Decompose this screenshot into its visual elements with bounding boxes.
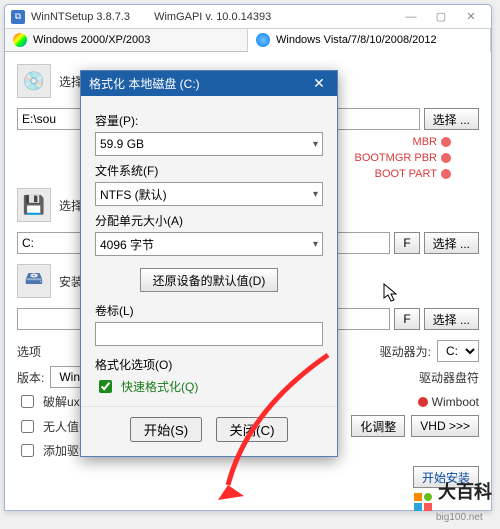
options-heading: 选项 (17, 343, 41, 360)
chevron-down-icon: ▾ (313, 139, 318, 150)
chevron-down-icon: ▾ (313, 189, 318, 200)
allocation-unit-select[interactable]: 4096 字节 ▾ (95, 232, 323, 256)
capacity-select[interactable]: 59.9 GB ▾ (95, 132, 323, 156)
chevron-down-icon: ▾ (313, 239, 318, 250)
os-tabs: Windows 2000/XP/2003 Windows Vista/7/8/1… (5, 29, 491, 52)
filesystem-value: NTFS (默认) (100, 186, 167, 203)
unattended-checkbox[interactable] (21, 420, 34, 433)
volume-label-input[interactable] (95, 322, 323, 346)
status-mbr: MBR (413, 136, 437, 148)
start-format-button[interactable]: 开始(S) (130, 417, 202, 442)
windows-xp-flag-icon (13, 33, 27, 47)
dialog-title: 格式化 本地磁盘 (C:) (89, 75, 200, 92)
vhd-button[interactable]: VHD >>> (411, 415, 479, 437)
maximize-button[interactable]: ▢ (427, 9, 455, 25)
app-title: WinNTSetup 3.8.7.3 (31, 11, 130, 23)
driver-map-label: 驱动器为: (380, 343, 431, 360)
watermark: 大百科 big100.net (414, 478, 492, 525)
titlebar: ⧉ WinNTSetup 3.8.7.3 WimGAPI v. 10.0.143… (5, 5, 491, 29)
led-icon (441, 169, 451, 179)
bootdrive-select-button[interactable]: 选择 ... (424, 232, 479, 254)
tab-win-vista-7-8-10[interactable]: Windows Vista/7/8/10/2008/2012 (248, 29, 491, 52)
tab-label: Windows Vista/7/8/10/2008/2012 (276, 34, 437, 46)
volume-label-caption: 卷标(L) (95, 302, 323, 319)
restore-defaults-button[interactable]: 还原设备的默认值(D) (140, 268, 279, 292)
app-icon: ⧉ (11, 10, 25, 24)
close-window-button[interactable]: ✕ (457, 9, 485, 25)
driver-letter-select[interactable]: C: (437, 340, 479, 362)
tab-win2000-xp-2003[interactable]: Windows 2000/XP/2003 (5, 29, 248, 51)
format-options-label: 格式化选项(O) (95, 356, 323, 373)
status-bootmgr: BOOTMGR PBR (354, 152, 437, 164)
close-dialog-button[interactable]: 关闭(C) (216, 417, 288, 442)
dialog-titlebar: 格式化 本地磁盘 (C:) ✕ (81, 71, 337, 96)
quick-format-label: 快速格式化(Q) (121, 378, 198, 395)
quick-format-checkbox[interactable] (99, 380, 112, 393)
minimize-button[interactable]: — (397, 9, 425, 25)
wimboot-led-icon (418, 397, 428, 407)
version-label: 版本: (17, 369, 44, 386)
format-button[interactable]: F (394, 232, 419, 254)
add-driver-checkbox[interactable] (21, 444, 34, 457)
status-bootpart: BOOT PART (375, 168, 437, 180)
hdd-icon: 🖴 (17, 264, 51, 298)
led-icon (441, 153, 451, 163)
tuning-button[interactable]: 化调整 (351, 415, 405, 437)
cd-box-icon: 💿 (17, 64, 51, 98)
watermark-name: 大百科 (438, 482, 492, 502)
driver-disk-label: 驱动器盘符 (419, 369, 479, 386)
watermark-domain: big100.net (436, 512, 483, 523)
capacity-value: 59.9 GB (100, 137, 144, 151)
dialog-close-button[interactable]: ✕ (309, 76, 329, 92)
filesystem-label: 文件系统(F) (95, 162, 323, 179)
tab-label: Windows 2000/XP/2003 (33, 34, 150, 46)
source-select-button[interactable]: 选择 ... (424, 108, 479, 130)
wimboot-label: Wimboot (432, 395, 479, 409)
watermark-logo-icon (414, 493, 432, 511)
capacity-label: 容量(P): (95, 112, 323, 129)
format-dialog: 格式化 本地磁盘 (C:) ✕ 容量(P): 59.9 GB ▾ 文件系统(F)… (80, 70, 338, 457)
windows-vista-orb-icon (256, 33, 270, 47)
allocation-unit-value: 4096 字节 (100, 236, 154, 253)
allocation-unit-label: 分配单元大小(A) (95, 212, 323, 229)
crack-uxtheme-checkbox[interactable] (21, 395, 34, 408)
floppy-icon: 💾 (17, 188, 51, 222)
filesystem-select[interactable]: NTFS (默认) ▾ (95, 182, 323, 206)
wimgapi-version: WimGAPI v. 10.0.14393 (154, 11, 271, 23)
installdrive-select-button[interactable]: 选择 ... (424, 308, 479, 330)
led-icon (441, 137, 451, 147)
format-button-2[interactable]: F (394, 308, 419, 330)
